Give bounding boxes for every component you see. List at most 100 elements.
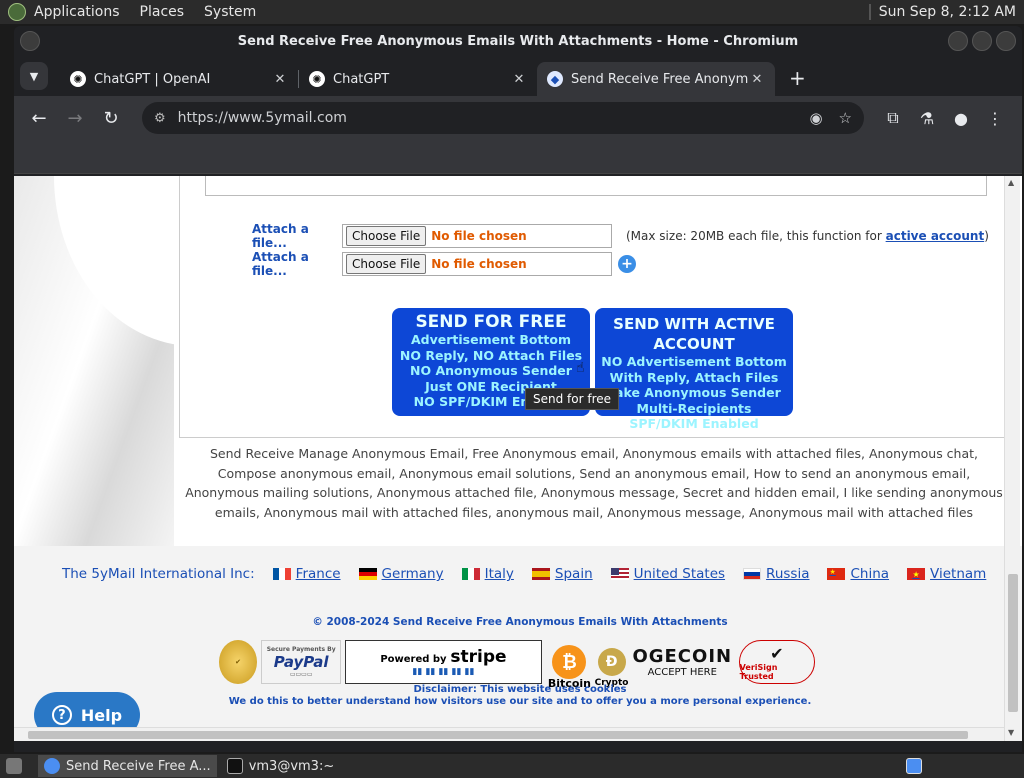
link-spain[interactable]: Spain (531, 566, 593, 582)
top-panel: Applications Places System Sun Sep 8, 2:… (0, 0, 1024, 24)
tab-5ymail[interactable]: ◆ Send Receive Free Anonymou ✕ (537, 62, 775, 96)
profile-icon[interactable]: ● (944, 109, 978, 128)
os-logo-icon[interactable] (8, 3, 26, 21)
close-tab-icon[interactable]: ✕ (511, 72, 527, 87)
link-italy[interactable]: Italy (461, 566, 514, 582)
scroll-up-icon[interactable]: ▲ (1008, 178, 1014, 187)
send-active-heading: SEND WITH ACTIVE ACCOUNT (613, 315, 775, 353)
active-account-link[interactable]: active account (886, 229, 985, 243)
window-titlebar[interactable]: Send Receive Free Anonymous Emails With … (14, 26, 1022, 56)
italy-flag-icon (461, 568, 480, 580)
send-free-line: NO Anonymous Sender (410, 363, 572, 378)
back-icon[interactable]: ← (24, 108, 54, 129)
hscroll-thumb[interactable] (28, 731, 968, 739)
no-file-text: No file chosen (431, 257, 527, 271)
taskbar-item-chromium[interactable]: Send Receive Free A... (38, 755, 217, 777)
site-info-icon[interactable]: ⚙ (154, 111, 166, 126)
browser-toolbar: ← → ↻ ⚙ https://www.5ymail.com ◉ ☆ ⧉ ⚗ ●… (14, 96, 1022, 140)
minimize-icon[interactable] (948, 31, 968, 51)
send-with-active-account-button[interactable]: SEND WITH ACTIVE ACCOUNT NO Advertisemen… (595, 308, 793, 431)
tab-search-button[interactable]: ▼ (20, 62, 48, 90)
file-input-1[interactable]: Choose File No file chosen (342, 224, 612, 248)
close-tab-icon[interactable]: ✕ (749, 72, 765, 87)
country-name: Spain (554, 566, 593, 582)
page-viewport: Attach a file... Choose File No file cho… (14, 176, 1022, 741)
paypal-text: PayPal (273, 653, 329, 671)
menu-applications[interactable]: Applications (34, 4, 120, 20)
scroll-thumb[interactable] (1008, 574, 1018, 712)
more-menu-icon[interactable]: ⋮ (978, 109, 1012, 128)
message-textarea[interactable] (205, 176, 987, 196)
stripe-line: Powered by stripe (380, 647, 506, 667)
vertical-scrollbar[interactable]: ▲ ▼ (1004, 176, 1020, 741)
send-active-line: NO Advertisement Bottom (601, 354, 787, 369)
menu-system[interactable]: System (204, 4, 256, 20)
link-china[interactable]: ★ China (827, 566, 889, 582)
germany-flag-icon (358, 568, 377, 580)
tab-chatgpt[interactable]: ✺ ChatGPT ✕ (299, 62, 537, 96)
workspace-switcher[interactable] (900, 755, 934, 777)
international-links: The 5yMail International Inc: France Ger… (62, 566, 1004, 582)
maximize-icon[interactable] (972, 31, 992, 51)
international-label: The 5yMail International Inc: (62, 566, 255, 582)
taskbar-item-terminal[interactable]: vm3@vm3:~ (221, 755, 341, 777)
bitcoin-icon: ₿ (552, 645, 587, 679)
window-title: Send Receive Free Anonymous Emails With … (237, 33, 799, 49)
dogecoin-badge: OGECOIN ACCEPT HERE (630, 640, 735, 684)
link-vietnam[interactable]: ★ Vietnam (907, 566, 986, 582)
labs-flask-icon[interactable]: ⚗ (910, 109, 944, 128)
country-name: China (850, 566, 890, 582)
window-menu-icon[interactable] (20, 31, 40, 51)
desktop-icon (6, 758, 22, 774)
link-russia[interactable]: Russia (743, 566, 809, 582)
chromium-icon (44, 758, 60, 774)
country-name: Vietnam (930, 566, 987, 582)
send-free-heading: SEND FOR FREE (415, 312, 567, 332)
new-tab-icon[interactable]: + (789, 66, 806, 90)
send-active-line: SPF/DKIM Enabled (629, 416, 759, 431)
workspace-icon (906, 758, 922, 774)
send-free-line: NO Reply, NO Attach Files (399, 347, 583, 363)
tab-title: ChatGPT (333, 71, 390, 87)
country-name: Germany (381, 566, 444, 582)
choose-file-button[interactable]: Choose File (346, 254, 427, 274)
tooltip: Send for free (525, 388, 620, 410)
clock[interactable]: Sun Sep 8, 2:12 AM (879, 4, 1016, 20)
link-france[interactable]: France (272, 566, 341, 582)
china-flag-icon: ★ (827, 568, 846, 580)
us-flag-icon (610, 568, 629, 580)
send-active-line: Multi-Recipients (636, 400, 752, 416)
close-window-icon[interactable] (996, 31, 1016, 51)
country-name: Russia (766, 566, 810, 582)
reload-icon[interactable]: ↻ (96, 108, 126, 129)
max-size-prefix: (Max size: 20MB each file, this function… (626, 229, 886, 243)
url-text[interactable]: https://www.5ymail.com (178, 110, 794, 126)
seo-description: Send Receive Manage Anonymous Email, Fre… (185, 446, 1003, 520)
horizontal-scrollbar[interactable] (14, 727, 1004, 741)
send-active-line: Fake Anonymous Sender (607, 385, 781, 400)
link-united-states[interactable]: United States (610, 566, 726, 582)
stripe-badge: Powered by stripe ▮▮ ▮▮ ▮▮ ▮▮ ▮▮ (345, 640, 542, 684)
close-tab-icon[interactable]: ✕ (272, 72, 288, 87)
show-desktop-icon[interactable] (0, 755, 34, 777)
card-logos-icon: ▮▮ ▮▮ ▮▮ ▮▮ ▮▮ (412, 667, 475, 677)
question-icon: ? (51, 705, 72, 725)
tab-chatgpt-openai[interactable]: ✺ ChatGPT | OpenAI ✕ (60, 62, 298, 96)
max-size-suffix: ) (984, 229, 989, 243)
forward-icon[interactable]: → (60, 108, 90, 129)
scroll-down-icon[interactable]: ▼ (1008, 728, 1014, 737)
menu-places[interactable]: Places (140, 4, 185, 20)
add-attachment-icon[interactable]: + (618, 255, 636, 273)
link-germany[interactable]: Germany (358, 566, 444, 582)
choose-file-button[interactable]: Choose File (346, 226, 427, 246)
attach-label: Attach a file... (252, 250, 309, 278)
country-name: United States (633, 566, 726, 582)
address-bar[interactable]: ⚙ https://www.5ymail.com ◉ ☆ (142, 102, 864, 134)
eye-slash-icon[interactable]: ◉ (809, 109, 822, 127)
country-name: Italy (484, 566, 514, 582)
extensions-icon[interactable]: ⧉ (876, 108, 910, 128)
file-input-2[interactable]: Choose File No file chosen (342, 252, 612, 276)
bookmark-star-icon[interactable]: ☆ (839, 109, 852, 127)
accept-text: ACCEPT HERE (647, 667, 717, 678)
openai-icon: ✺ (309, 71, 325, 87)
